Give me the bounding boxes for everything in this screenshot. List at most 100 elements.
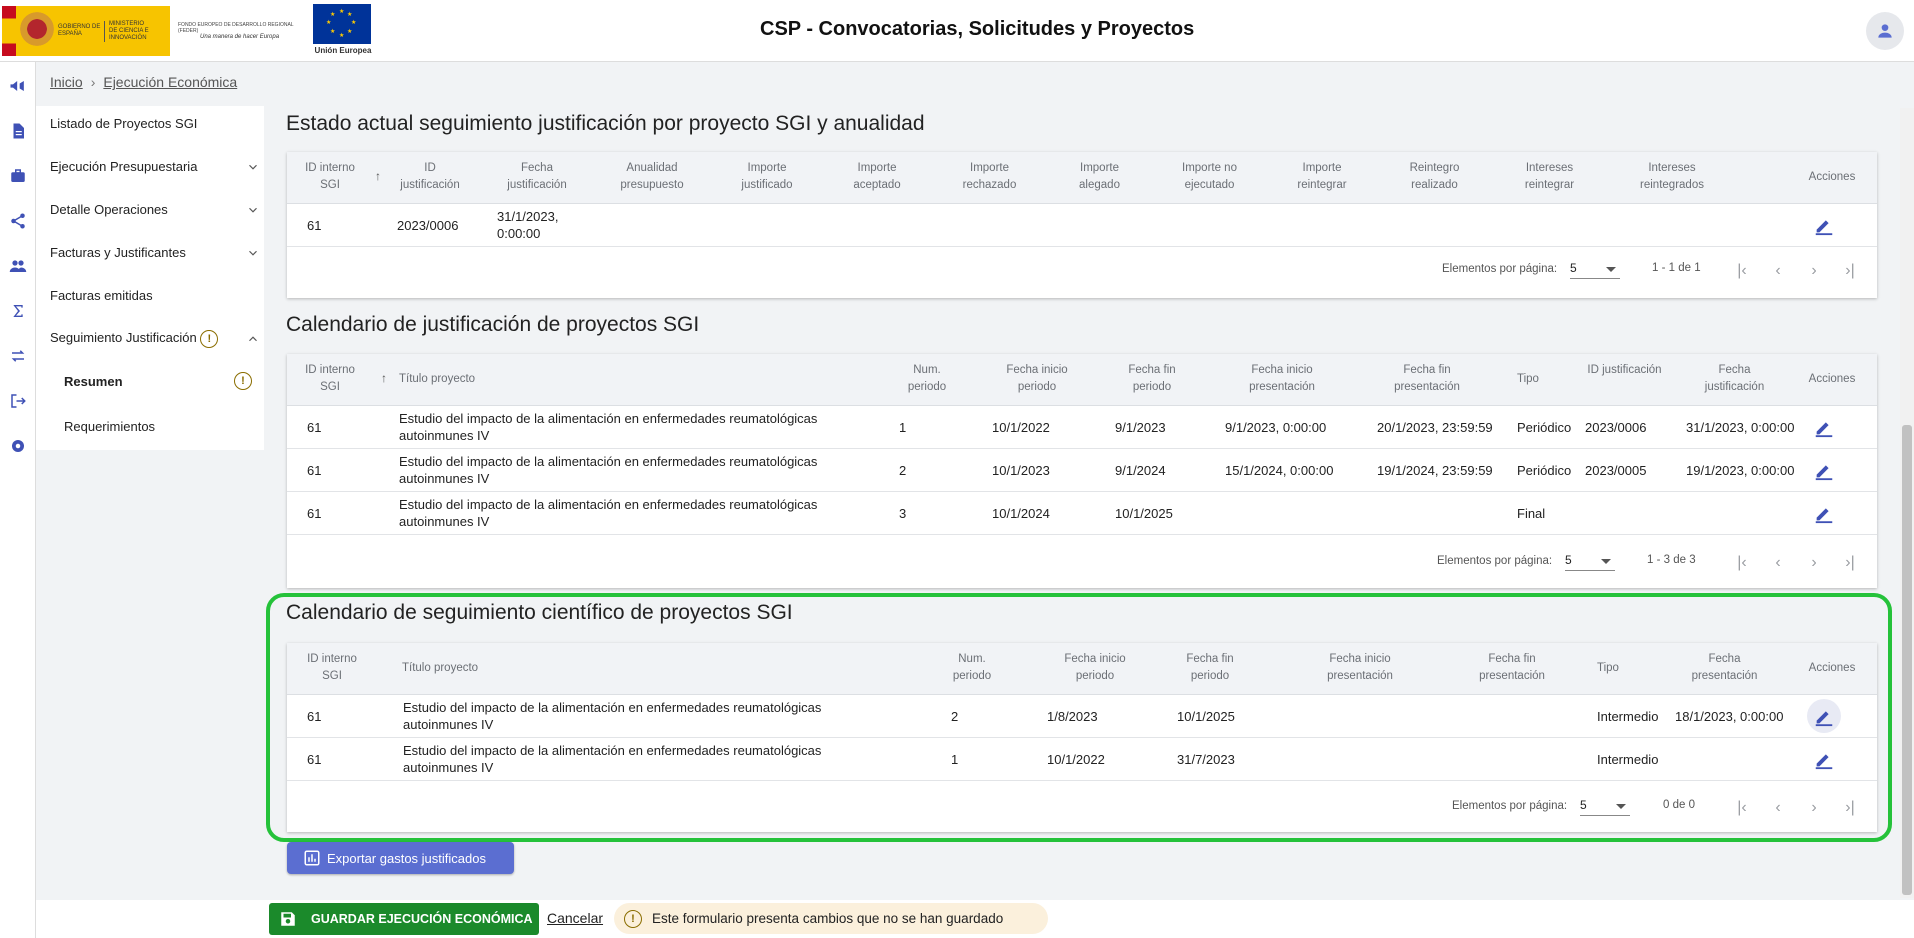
warning-icon: ! (200, 330, 219, 348)
cell-num-periodo: 2 (899, 463, 907, 478)
edit-button[interactable] (1807, 453, 1841, 487)
col-header[interactable]: Importe alegado (1067, 160, 1132, 194)
col-header[interactable]: Fecha justificación (1692, 362, 1777, 396)
col-header-id-interno[interactable]: ID interno SGI (305, 362, 355, 396)
export-gastos-button[interactable]: Exportar gastos justificados (287, 842, 514, 874)
submenu-item-requerimientos[interactable]: Requerimientos (64, 419, 252, 434)
cell-fecha-justificacion: 31/1/2023, 0:00:00 (1686, 420, 1795, 435)
document-icon[interactable] (6, 119, 30, 143)
chevron-down-icon (249, 207, 257, 213)
cell-id-justificacion: 2023/0006 (1585, 420, 1647, 435)
briefcase-icon[interactable] (6, 164, 30, 188)
breadcrumb-home-link[interactable]: Inicio (50, 74, 83, 90)
cancel-link[interactable]: Cancelar (547, 910, 603, 926)
menu-item-label: Facturas emitidas (50, 288, 153, 303)
col-header[interactable]: Num. periodo (902, 362, 952, 396)
col-header[interactable]: Importe reintegrar (1287, 160, 1357, 194)
cell-titulo: Estudio del impacto de la alimentación e… (399, 497, 818, 529)
col-header[interactable]: Intereses reintegrados (1627, 160, 1717, 194)
app-header: GOBIERNO DE ESPAÑA MINISTERIO DE CIENCIA… (0, 0, 1914, 62)
first-page-icon[interactable]: |‹ (1732, 553, 1752, 573)
cell-fecha-justificacion: 19/1/2023, 0:00:00 (1686, 463, 1795, 478)
feder-slogan: Una manera de hacer Europa (200, 34, 280, 40)
export-button-label: Exportar gastos justificados (327, 850, 486, 866)
dropdown-arrow-icon (1606, 267, 1616, 272)
col-header[interactable]: Fecha justificación (497, 160, 577, 194)
col-header[interactable]: Título proyecto (399, 371, 519, 388)
feder-logo: FONDO EUROPEO DE DESARROLLO REGIONAL (FE… (178, 22, 308, 40)
col-header[interactable]: Fecha fin periodo (1122, 362, 1182, 396)
cell-fecha-inicio-periodo: 10/1/2023 (992, 463, 1050, 478)
col-header[interactable]: Importe no ejecutado (1167, 160, 1252, 194)
cell-fecha-inicio-periodo: 10/1/2022 (992, 420, 1050, 435)
col-header[interactable]: Fecha fin presentación (1382, 362, 1472, 396)
people-icon[interactable] (6, 254, 30, 278)
table-row: 61 Estudio del impacto de la alimentació… (287, 406, 1877, 449)
unsaved-changes-banner: ! Este formulario presenta cambios que n… (614, 903, 1048, 934)
user-menu-button[interactable] (1866, 12, 1904, 50)
next-page-icon[interactable]: › (1804, 261, 1824, 281)
paginator-range: 1 - 3 de 3 (1647, 554, 1696, 566)
breadcrumb-current-link[interactable]: Ejecución Económica (103, 74, 237, 90)
menu-item-ejecucion-presupuestaria[interactable]: Ejecución Presupuestaria (50, 159, 260, 174)
menu-item-facturas-justificantes[interactable]: Facturas y Justificantes (50, 245, 260, 260)
col-header[interactable]: Fecha inicio presentación (1237, 362, 1327, 396)
first-page-icon[interactable]: |‹ (1732, 261, 1752, 281)
logo-gobierno-text: GOBIERNO DE ESPAÑA (58, 24, 101, 37)
menu-item-detalle-operaciones[interactable]: Detalle Operaciones (50, 202, 260, 217)
menu-item-facturas-emitidas[interactable]: Facturas emitidas (50, 288, 260, 303)
paginator: Elementos por página: 5 1 - 3 de 3 |‹ ‹ … (287, 538, 1877, 586)
table-calendario-justificacion: ID interno SGI ↑ Título proyecto Num. pe… (287, 354, 1877, 588)
paginator: Elementos por página: 5 1 - 1 de 1 |‹ ‹ … (287, 247, 1877, 295)
cell-tipo: Final (1517, 506, 1546, 521)
col-header[interactable]: Tipo (1517, 371, 1557, 388)
cell-fecha-fin-periodo: 9/1/2024 (1115, 463, 1166, 478)
cell-num-periodo: 1 (899, 420, 907, 435)
col-header[interactable]: Anualidad presupuesto (607, 160, 697, 194)
breadcrumb: Inicio › Ejecución Económica (50, 74, 237, 90)
col-header[interactable]: Fecha inicio periodo (997, 362, 1077, 396)
megaphone-icon[interactable] (6, 74, 30, 98)
last-page-icon[interactable]: ›| (1840, 261, 1860, 281)
scrollbar-thumb[interactable] (1902, 425, 1912, 895)
edit-button[interactable] (1807, 410, 1841, 444)
page-size-select[interactable]: 5 (1570, 261, 1620, 279)
chevron-down-icon (249, 250, 257, 256)
edit-button[interactable] (1807, 208, 1841, 242)
col-header[interactable]: ID justificación (1587, 362, 1662, 379)
next-page-icon[interactable]: › (1804, 553, 1824, 573)
col-header[interactable]: ID justificación (395, 160, 465, 194)
submenu-item-label: Requerimientos (64, 419, 156, 434)
gear-icon[interactable] (6, 434, 30, 458)
menu-item-listado[interactable]: Listado de Proyectos SGI (50, 116, 260, 131)
cell-id-interno: 61 (307, 218, 322, 233)
page-size-select[interactable]: 5 (1565, 553, 1615, 571)
edit-button[interactable] (1807, 496, 1841, 530)
page-size-value: 5 (1570, 261, 1577, 275)
arrow-up-icon: ↑ (381, 371, 387, 385)
save-button[interactable]: GUARDAR EJECUCIÓN ECONÓMICA (269, 903, 539, 935)
logout-icon[interactable] (6, 389, 30, 413)
last-page-icon[interactable]: ›| (1840, 553, 1860, 573)
share-icon[interactable] (6, 209, 30, 233)
app-title: CSP - Convocatorias, Solicitudes y Proye… (760, 18, 1195, 40)
previous-page-icon[interactable]: ‹ (1768, 261, 1788, 281)
table-header: ID interno SGI ↑ ID justificación Fecha … (287, 152, 1877, 204)
col-header-id-interno[interactable]: ID interno SGI (305, 160, 355, 194)
col-header[interactable]: Reintegro realizado (1397, 160, 1472, 194)
submenu-item-resumen[interactable]: Resumen! (64, 372, 252, 390)
transfer-icon[interactable] (6, 344, 30, 368)
sigma-icon[interactable] (6, 299, 30, 323)
col-header[interactable]: Intereses reintegrar (1512, 160, 1587, 194)
spain-flag (2, 6, 16, 56)
page-size-value: 5 (1565, 553, 1572, 567)
cell-fecha-fin-presentacion: 19/1/2024, 23:59:59 (1377, 463, 1493, 478)
menu-item-label: Seguimiento Justificación (50, 330, 197, 345)
previous-page-icon[interactable]: ‹ (1768, 553, 1788, 573)
menu-item-seguimiento-justificacion[interactable]: Seguimiento Justificación ! (50, 330, 260, 348)
col-header[interactable]: Importe rechazado (952, 160, 1027, 194)
eu-flag: ★ ★ ★ ★ ★ ★ ★ ★ (313, 4, 371, 44)
submenu-item-label: Resumen (64, 373, 123, 389)
col-header[interactable]: Importe aceptado (842, 160, 912, 194)
col-header[interactable]: Importe justificado (727, 160, 807, 194)
